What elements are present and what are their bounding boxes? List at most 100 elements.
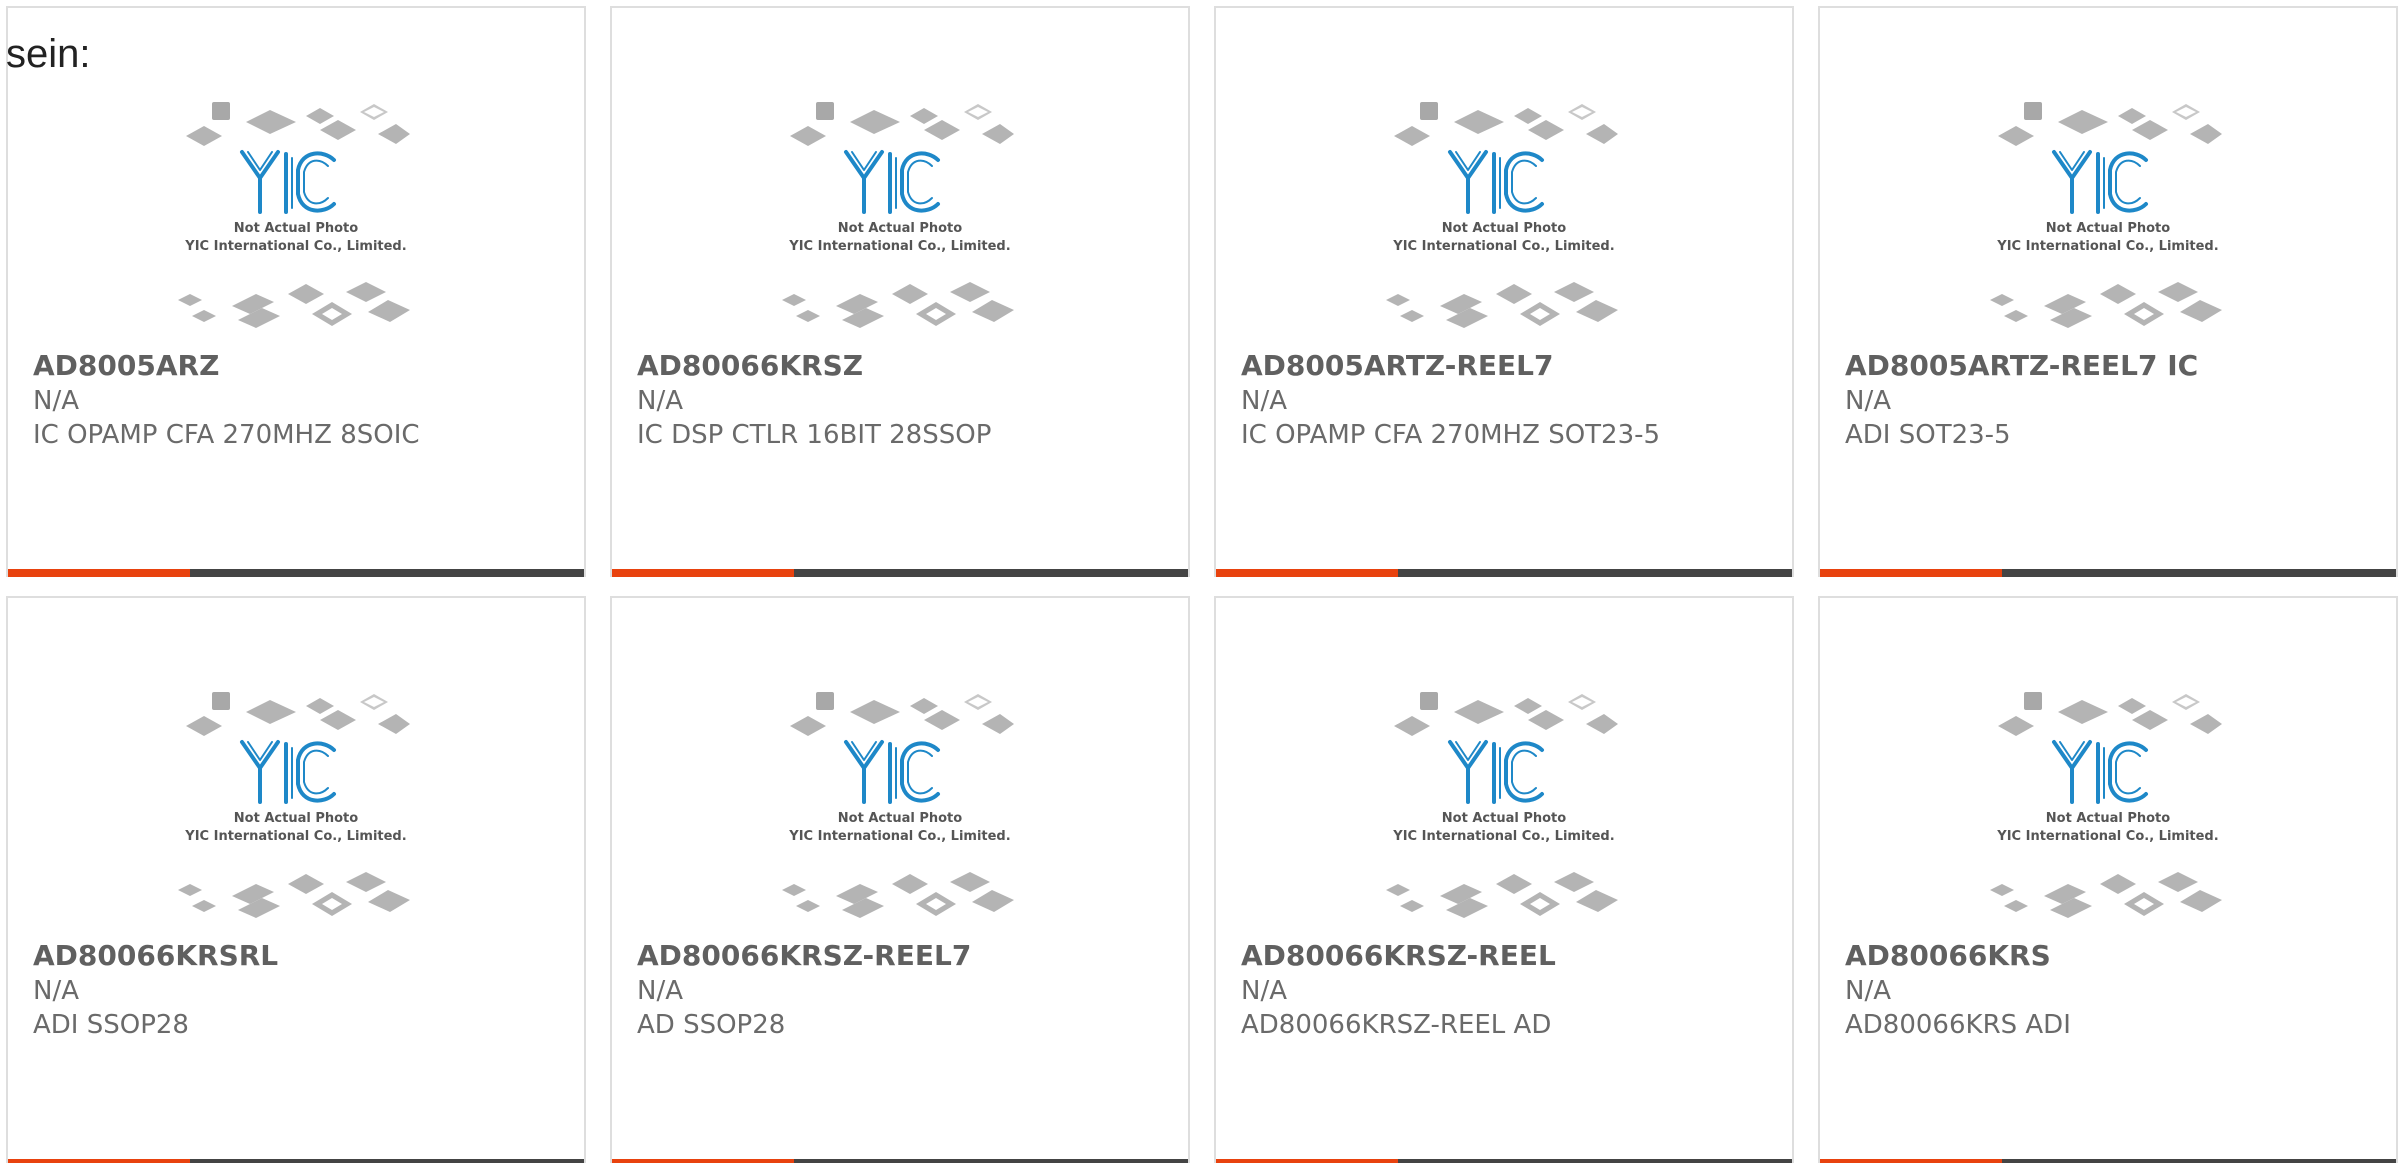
chip-placeholder-image: Not Actual Photo YIC International Co., … (782, 692, 1014, 918)
yic-logo-icon (844, 740, 940, 804)
placeholder-line1: Not Actual Photo (838, 811, 962, 826)
chip-icons-bottom (782, 282, 1014, 328)
product-title[interactable]: AD8005ARZ (33, 348, 564, 384)
product-manufacturer: N/A (637, 386, 683, 416)
product-title[interactable]: AD8005ARTZ-REEL7 (1241, 348, 1772, 384)
product-image[interactable]: Not Actual Photo YIC International Co., … (1820, 684, 2396, 944)
card-accent-bar (1216, 1159, 1398, 1163)
placeholder-line2: YIC International Co., Limited. (788, 239, 1010, 254)
product-info: AD80066KRSZ N/A IC DSP CTLR 16BIT 28SSOP (637, 348, 1168, 452)
placeholder-line1: Not Actual Photo (234, 221, 358, 236)
product-image[interactable]: Not Actual Photo YIC International Co., … (612, 684, 1188, 944)
placeholder-line1: Not Actual Photo (234, 811, 358, 826)
chip-icons-top (790, 102, 1014, 146)
product-card[interactable]: Not Actual Photo YIC International Co., … (1214, 6, 1794, 577)
chip-placeholder-image: Not Actual Photo YIC International Co., … (1386, 102, 1618, 328)
placeholder-line1: Not Actual Photo (2046, 811, 2170, 826)
card-bottom-bar (1216, 1159, 1792, 1163)
chip-icons-top (186, 692, 410, 736)
yic-logo-icon (2052, 150, 2148, 214)
placeholder-line2: YIC International Co., Limited. (1996, 239, 2218, 254)
product-manufacturer: N/A (1241, 386, 1287, 416)
yic-logo-icon (240, 740, 336, 804)
placeholder-line2: YIC International Co., Limited. (1392, 829, 1614, 844)
chip-icons-bottom (1386, 282, 1618, 328)
product-info: AD8005ARTZ-REEL7 N/A IC OPAMP CFA 270MHZ… (1241, 348, 1772, 452)
product-image[interactable]: Not Actual Photo YIC International Co., … (8, 94, 584, 354)
product-card[interactable]: Not Actual Photo YIC International Co., … (6, 596, 586, 1163)
product-card[interactable]: Not Actual Photo YIC International Co., … (610, 6, 1190, 577)
product-info: AD8005ARTZ-REEL7 IC N/A ADI SOT23-5 (1845, 348, 2376, 452)
placeholder-line2: YIC International Co., Limited. (184, 829, 406, 844)
yic-logo-icon (2052, 740, 2148, 804)
card-bottom-bar (1820, 569, 2396, 577)
placeholder-line1: Not Actual Photo (1442, 811, 1566, 826)
product-image[interactable]: Not Actual Photo YIC International Co., … (1216, 684, 1792, 944)
product-title[interactable]: AD80066KRSZ-REEL7 (637, 938, 1168, 974)
chip-icons-top (790, 692, 1014, 736)
chip-icons-bottom (1386, 872, 1618, 918)
placeholder-line2: YIC International Co., Limited. (184, 239, 406, 254)
chip-placeholder-image: Not Actual Photo YIC International Co., … (1386, 692, 1618, 918)
placeholder-line2: YIC International Co., Limited. (788, 829, 1010, 844)
product-manufacturer: N/A (1845, 976, 1891, 1006)
product-image[interactable]: Not Actual Photo YIC International Co., … (8, 684, 584, 944)
chip-icons-bottom (1990, 282, 2222, 328)
card-accent-bar (1216, 569, 1398, 577)
chip-icons-bottom (178, 872, 410, 918)
product-info: AD80066KRSZ-REEL7 N/A AD SSOP28 (637, 938, 1168, 1042)
chip-placeholder-image: Not Actual Photo YIC International Co., … (1990, 102, 2222, 328)
product-manufacturer: N/A (1241, 976, 1287, 1006)
chip-icons-top (1998, 102, 2222, 146)
chip-icons-top (1394, 102, 1618, 146)
chip-icons-bottom (782, 872, 1014, 918)
product-description: ADI SOT23-5 (1845, 420, 2011, 450)
card-bottom-bar (612, 569, 1188, 577)
product-title[interactable]: AD80066KRS (1845, 938, 2376, 974)
card-accent-bar (612, 569, 794, 577)
placeholder-line1: Not Actual Photo (838, 221, 962, 236)
product-manufacturer: N/A (637, 976, 683, 1006)
product-title[interactable]: AD80066KRSZ-REEL (1241, 938, 1772, 974)
product-manufacturer: N/A (1845, 386, 1891, 416)
product-title[interactable]: AD8005ARTZ-REEL7 IC (1845, 348, 2376, 384)
product-description: IC DSP CTLR 16BIT 28SSOP (637, 420, 992, 450)
product-image[interactable]: Not Actual Photo YIC International Co., … (612, 94, 1188, 354)
chip-icons-bottom (178, 282, 410, 328)
product-manufacturer: N/A (33, 976, 79, 1006)
card-accent-bar (1820, 1159, 2002, 1163)
product-description: IC OPAMP CFA 270MHZ 8SOIC (33, 420, 420, 450)
chip-icons-top (1394, 692, 1618, 736)
card-accent-bar (1820, 569, 2002, 577)
yic-logo-icon (1448, 740, 1544, 804)
product-description: ADI SSOP28 (33, 1010, 189, 1040)
placeholder-line1: Not Actual Photo (1442, 221, 1566, 236)
product-card[interactable]: Not Actual Photo YIC International Co., … (1818, 596, 2398, 1163)
product-card[interactable]: Not Actual Photo YIC International Co., … (6, 6, 586, 577)
placeholder-line2: YIC International Co., Limited. (1996, 829, 2218, 844)
product-info: AD80066KRSZ-REEL N/A AD80066KRSZ-REEL AD (1241, 938, 1772, 1042)
card-bottom-bar (8, 569, 584, 577)
placeholder-line1: Not Actual Photo (2046, 221, 2170, 236)
product-title[interactable]: AD80066KRSRL (33, 938, 564, 974)
chip-placeholder-image: Not Actual Photo YIC International Co., … (178, 102, 410, 328)
product-manufacturer: N/A (33, 386, 79, 416)
card-bottom-bar (612, 1159, 1188, 1163)
product-image[interactable]: Not Actual Photo YIC International Co., … (1820, 94, 2396, 354)
chip-icons-bottom (1990, 872, 2222, 918)
chip-placeholder-image: Not Actual Photo YIC International Co., … (1990, 692, 2222, 918)
card-bottom-bar (1820, 1159, 2396, 1163)
product-description: AD80066KRSZ-REEL AD (1241, 1010, 1552, 1040)
intro-text: sein: (6, 32, 91, 76)
product-description: IC OPAMP CFA 270MHZ SOT23-5 (1241, 420, 1661, 450)
product-title[interactable]: AD80066KRSZ (637, 348, 1168, 384)
product-card[interactable]: Not Actual Photo YIC International Co., … (1214, 596, 1794, 1163)
product-description: AD SSOP28 (637, 1010, 786, 1040)
chip-placeholder-image: Not Actual Photo YIC International Co., … (782, 102, 1014, 328)
product-description: AD80066KRS ADI (1845, 1010, 2071, 1040)
product-image[interactable]: Not Actual Photo YIC International Co., … (1216, 94, 1792, 354)
yic-logo-icon (844, 150, 940, 214)
card-bottom-bar (1216, 569, 1792, 577)
product-card[interactable]: Not Actual Photo YIC International Co., … (1818, 6, 2398, 577)
product-card[interactable]: Not Actual Photo YIC International Co., … (610, 596, 1190, 1163)
